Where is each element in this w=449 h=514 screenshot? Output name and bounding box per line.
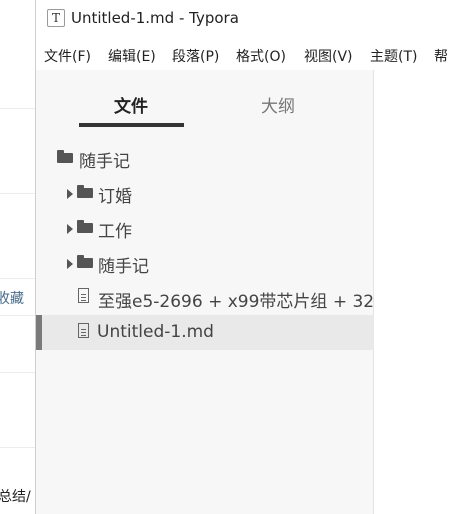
- folder-icon: [77, 220, 93, 233]
- background-window: 收藏 总结/: [0, 0, 36, 514]
- sidebar: 文件 大纲 随手记 订婚 工作 随手记 至强e5-2696 + x99带芯片组 …: [36, 70, 387, 514]
- tree-item-label: 至强e5-2696 + x99带芯片组 + 32G: [98, 292, 388, 312]
- folder-icon: [77, 255, 93, 268]
- tree-folder-notes[interactable]: 随手记: [36, 245, 374, 280]
- active-file-indicator: [36, 315, 42, 350]
- tab-files[interactable]: 文件: [114, 92, 148, 117]
- tree-item-label: 随手记: [79, 152, 130, 172]
- tree-item-label: 订婚: [98, 187, 132, 207]
- divider: [0, 372, 36, 373]
- tree-item-label: Untitled-1.md: [97, 322, 214, 342]
- background-favorites-link[interactable]: 收藏: [0, 288, 24, 308]
- menu-paragraph[interactable]: 段落(P): [172, 46, 219, 66]
- tree-file-untitled[interactable]: Untitled-1.md: [36, 315, 374, 350]
- divider: [0, 193, 36, 194]
- folder-icon: [77, 185, 93, 198]
- divider: [0, 278, 36, 279]
- window-title: Untitled-1.md - Typora: [71, 9, 239, 27]
- title-bar[interactable]: T Untitled-1.md - Typora: [36, 0, 449, 38]
- divider: [0, 108, 36, 109]
- menu-file[interactable]: 文件(F): [44, 46, 91, 66]
- active-tab-indicator: [79, 123, 184, 127]
- expand-triangle-icon[interactable]: [67, 259, 73, 269]
- menu-view[interactable]: 视图(V): [304, 46, 353, 66]
- tree-folder-engagement[interactable]: 订婚: [36, 175, 374, 210]
- divider: [0, 315, 36, 316]
- divider: [0, 447, 36, 448]
- expand-triangle-icon[interactable]: [67, 224, 73, 234]
- file-icon: [78, 323, 89, 338]
- typora-window: T Untitled-1.md - Typora 文件(F) 编辑(E) 段落(…: [35, 0, 449, 514]
- menu-format[interactable]: 格式(O): [236, 46, 286, 66]
- folder-icon: [57, 150, 73, 163]
- typora-app-icon[interactable]: T: [47, 9, 65, 27]
- tree-root-folder[interactable]: 随手记: [36, 140, 374, 175]
- background-summary-text: 总结/: [0, 489, 31, 505]
- menu-help[interactable]: 帮: [434, 46, 448, 66]
- tree-folder-work[interactable]: 工作: [36, 210, 374, 245]
- tree-item-label: 随手记: [98, 257, 149, 277]
- menu-bar: 文件(F) 编辑(E) 段落(P) 格式(O) 视图(V) 主题(T) 帮: [36, 42, 449, 70]
- tree-file-xeon[interactable]: 至强e5-2696 + x99带芯片组 + 32G: [36, 280, 387, 315]
- file-icon: [78, 288, 89, 303]
- tree-item-label: 工作: [98, 222, 132, 242]
- editor-area[interactable]: [374, 70, 449, 514]
- tab-outline[interactable]: 大纲: [261, 92, 295, 117]
- expand-triangle-icon[interactable]: [67, 189, 73, 199]
- menu-theme[interactable]: 主题(T): [370, 46, 417, 66]
- menu-edit[interactable]: 编辑(E): [108, 46, 156, 66]
